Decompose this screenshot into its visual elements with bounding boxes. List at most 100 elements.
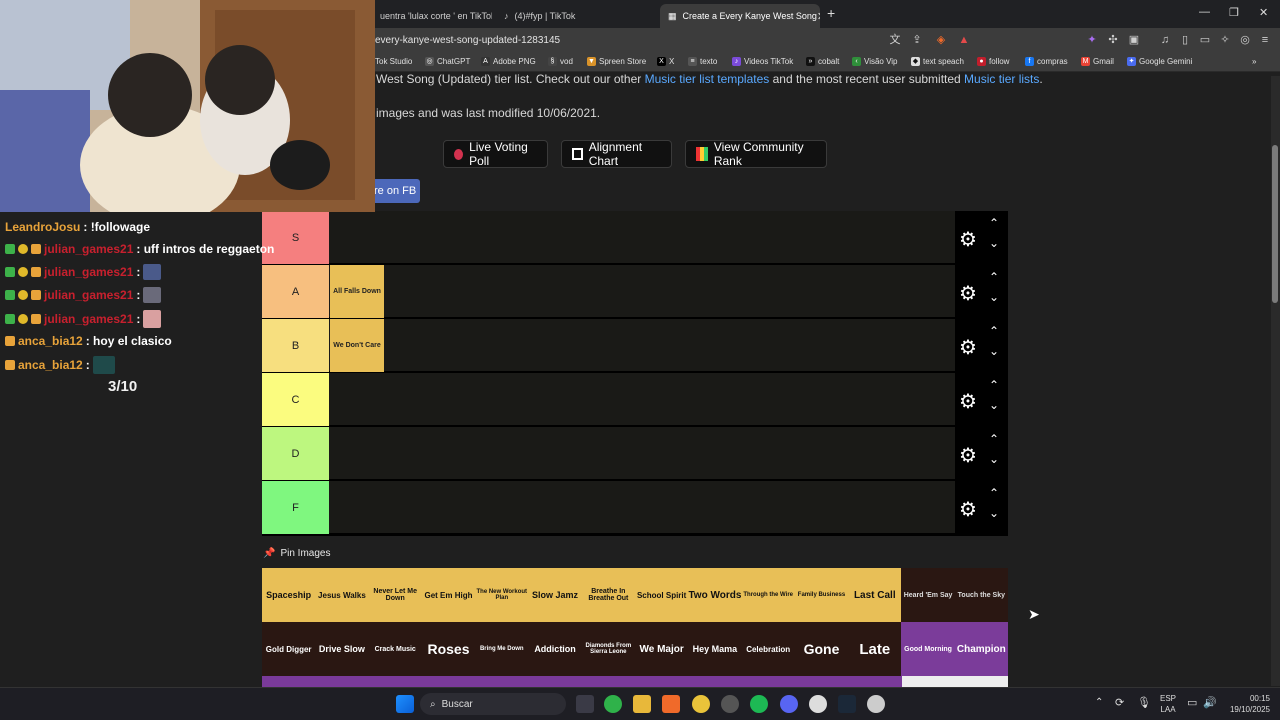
whatsapp-icon[interactable] [604,695,622,713]
url-text[interactable]: every-kanye-west-song-updated-1283145 [375,35,560,46]
bookmark-follow[interactable]: ● follow [977,57,1009,66]
volume-icon[interactable]: 🔊 [1203,696,1217,709]
sidebar-icon[interactable]: ▯ [1178,33,1192,47]
gear-icon[interactable]: ⚙ [959,281,977,306]
bookmark-vod[interactable]: § vod [548,57,573,66]
music-templates-link[interactable]: Music tier list templates [645,72,770,86]
more-bookmarks-icon[interactable]: » [1252,57,1256,66]
bookmark-text-speach[interactable]: ◆ text speach [911,57,964,66]
bookmark-gmail[interactable]: M Gmail [1081,57,1114,66]
tier-label[interactable]: C [262,373,329,426]
bookmark-chatgpt[interactable]: ◎ ChatGPT [425,57,470,66]
pool-song-item[interactable]: Drive Slow [315,622,369,676]
chevron-up-icon[interactable]: ⌃ [989,324,999,338]
tier-label[interactable]: B [262,319,329,372]
discord-icon[interactable] [780,695,798,713]
tier-row-s[interactable]: S ⚙ ⌃ ⌄ [262,211,1008,264]
chevron-up-icon[interactable]: ⌃ [989,216,999,230]
bookmark-compras[interactable]: f compras [1025,57,1068,66]
chrome-icon[interactable] [692,695,710,713]
bookmark-texto[interactable]: ≡ texto [688,57,717,66]
pool-song-item[interactable]: Through the Wire [741,568,795,622]
pool-song-item[interactable]: Jesus Walks [315,568,369,622]
tray-chevron-icon[interactable]: ⌃ [1095,697,1103,708]
pool-song-item[interactable]: Hey Mama [688,622,742,676]
brave-rewards-icon[interactable]: ▲ [957,33,971,47]
pool-song-item[interactable]: Gone [794,622,849,676]
bookmark-cobalt[interactable]: » cobalt [806,57,839,66]
tier-label[interactable]: D [262,427,329,480]
obs-icon[interactable] [721,695,739,713]
bookmark-spreen-store[interactable]: ▼ Spreen Store [587,57,646,66]
pool-song-item[interactable]: Family Business [794,568,849,622]
scrollbar-thumb[interactable] [1272,145,1278,303]
pool-song-item[interactable]: Late [848,622,902,676]
display-icon[interactable]: ▭ [1187,696,1197,709]
bookmark-videos-tiktok[interactable]: ♪ Videos TikTok [732,57,793,66]
pool-song-item[interactable]: Spaceship [262,568,316,622]
brave-icon[interactable] [662,695,680,713]
music-tier-lists-link[interactable]: Music tier lists [964,72,1039,86]
tier-item[interactable]: We Don't Care [330,319,384,372]
pool-song-item[interactable]: Roses [421,622,476,676]
pool-song-item[interactable]: Addiction [528,622,582,676]
steam-icon[interactable] [838,695,856,713]
tab-tiktok-fyp[interactable]: ♪ (4)#fyp | TikTok [496,4,656,28]
pool-song-item[interactable]: Never Let Me Down [368,568,422,622]
tab-tiermaker[interactable]: ▦ Create a Every Kanye West Song✕ [660,4,820,28]
wallet-icon[interactable]: ▭ [1198,33,1212,47]
tier-label[interactable]: S [262,211,329,264]
chevron-up-icon[interactable]: ⌃ [989,486,999,500]
pool-song-item[interactable]: We Major [635,622,689,676]
pool-song-item[interactable]: Slow Jamz [528,568,582,622]
brave-shields-icon[interactable]: ◈ [934,33,948,47]
puzzle-icon[interactable]: ✣ [1106,33,1120,47]
tier-row-a[interactable]: A All Falls Down ⚙ ⌃ ⌄ [262,265,1008,318]
vpn-icon[interactable]: ◎ [1238,33,1252,47]
tier-row-c[interactable]: C ⚙ ⌃ ⌄ [262,373,1008,426]
pool-song-item[interactable]: Gold Digger [262,622,316,676]
leo-icon[interactable]: ✧ [1218,33,1232,47]
pool-song-item[interactable]: Last Call [848,568,902,622]
clock[interactable]: 00:15 19/10/2025 [1222,693,1270,715]
tier-row-d[interactable]: D ⚙ ⌃ ⌄ [262,427,1008,480]
menu-icon[interactable]: ≡ [1258,33,1272,47]
share-icon[interactable]: ⇪ [910,33,924,47]
new-tab-button[interactable]: + [827,5,835,21]
bookmark-adobe-png[interactable]: A Adobe PNG [481,57,536,66]
pool-song-item[interactable]: Touch the Sky [954,568,1008,622]
restore-icon[interactable]: ❐ [1229,6,1239,19]
pool-song-item[interactable]: Breathe In Breathe Out [581,568,635,622]
chevron-up-icon[interactable]: ⌃ [989,378,999,392]
pool-song-item[interactable]: Champion [954,622,1008,676]
pool-song-item[interactable]: Celebration [741,622,795,676]
music-icon[interactable]: ♫ [1158,33,1172,47]
chevron-up-icon[interactable]: ⌃ [989,270,999,284]
pool-song-item[interactable]: School Spirit [635,568,689,622]
pin-images-toggle[interactable]: 📌 Pin Images [263,548,330,559]
close-window-icon[interactable]: ✕ [1259,6,1268,19]
chevron-up-icon[interactable]: ⌃ [989,432,999,446]
chevron-down-icon[interactable]: ⌄ [989,452,999,466]
microphone-icon[interactable]: 🎙 [1137,696,1151,709]
translate-icon[interactable]: 文 [888,33,902,47]
bookmark-tok-studio[interactable]: Tok Studio [375,57,412,66]
alignment-chart-button[interactable]: Alignment Chart [561,140,672,168]
tier-row-b[interactable]: B We Don't Care ⚙ ⌃ ⌄ [262,319,1008,372]
windows-start-icon[interactable] [396,695,414,713]
tier-item[interactable]: All Falls Down [330,265,384,318]
minimize-icon[interactable]: — [1199,6,1210,18]
app-icon[interactable] [867,695,885,713]
bookmark-google-gemini[interactable]: ✦ Google Gemini [1127,57,1192,66]
pool-song-item[interactable]: Heard 'Em Say [901,568,955,622]
pool-song-item[interactable]: The New Workout Plan [475,568,529,622]
network-icon[interactable]: ⟳ [1115,696,1124,709]
gear-icon[interactable]: ⚙ [959,497,977,522]
gear-icon[interactable]: ⚙ [959,389,977,414]
tier-label[interactable]: A [262,265,329,318]
chevron-down-icon[interactable]: ⌄ [989,506,999,520]
taskbar-search[interactable]: ⌕ Buscar [420,693,566,715]
chevron-down-icon[interactable]: ⌄ [989,344,999,358]
live-voting-poll-button[interactable]: Live Voting Poll [443,140,548,168]
spotify-icon[interactable] [750,695,768,713]
